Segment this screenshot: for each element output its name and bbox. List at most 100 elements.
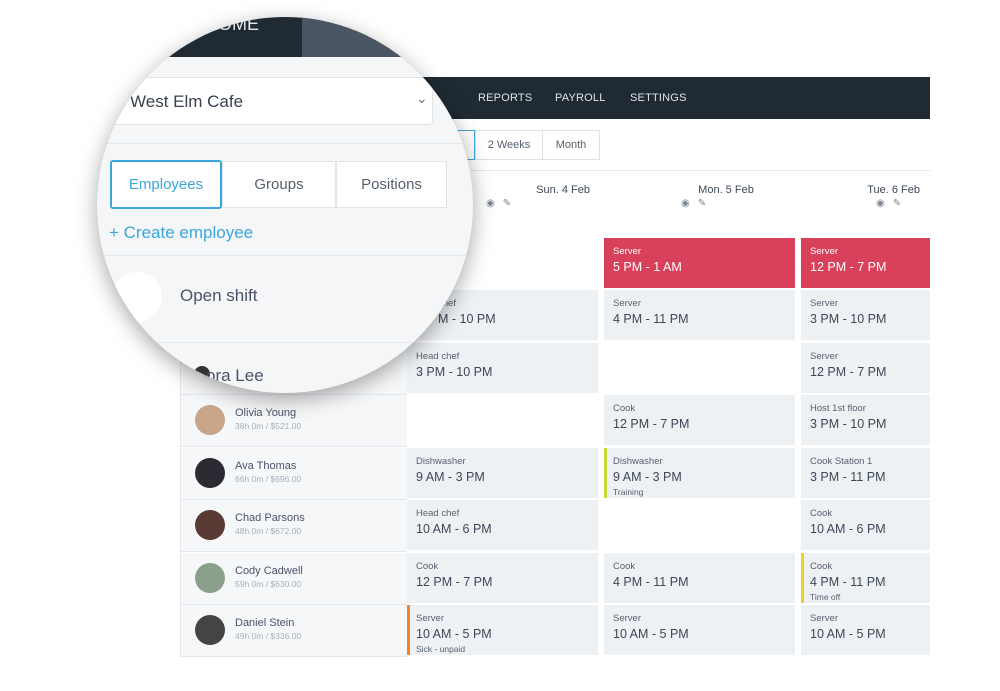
magnified-nav: HOME	[97, 17, 473, 57]
avatar	[195, 510, 225, 540]
eye-icon[interactable]: ◉	[486, 198, 495, 209]
shift-position: Cook Station 1	[810, 455, 873, 467]
shift-card[interactable]: Dishwasher 9 AM - 3 PM	[407, 447, 598, 500]
shift-time: 12 PM - 7 PM	[416, 574, 493, 589]
day-header: Tue. 6 Feb	[800, 184, 920, 196]
shift-time: 9 AM - 3 PM	[416, 469, 485, 484]
day-label: Sun. 4 Feb	[536, 184, 590, 196]
shift-position: Cook	[613, 560, 636, 572]
shift-card[interactable]: Server 10 AM - 5 PM Sick - unpaid	[407, 605, 598, 657]
shift-card[interactable]: Dishwasher 9 AM - 3 PM Training	[604, 447, 795, 500]
empty-cell[interactable]	[604, 500, 795, 552]
shift-time: 10 AM - 5 PM	[810, 627, 886, 641]
divider	[97, 342, 473, 343]
shift-card[interactable]: Host 1st floor 3 PM - 10 PM	[801, 395, 930, 447]
employee-hours: 38h 0m / $521.00	[235, 421, 302, 431]
shift-card[interactable]: Cook 12 PM - 7 PM	[604, 395, 795, 447]
employee-name: Ava Thomas	[235, 459, 297, 472]
shift-card[interactable]: Cook Station 1 3 PM - 11 PM	[801, 447, 930, 500]
tab-groups[interactable]: Groups	[222, 161, 336, 208]
edit-icon[interactable]: ✎	[893, 198, 901, 209]
day-actions: ◉ ✎	[486, 198, 511, 209]
location-select[interactable]: West Elm Cafe ⌄	[105, 77, 433, 125]
employee-name: Daniel Stein	[235, 617, 295, 629]
employee-row[interactable]: Cody Cadwell 59h 0m / $630.00	[180, 552, 407, 605]
shift-time: 3 PM - 10 PM	[810, 417, 887, 431]
day-header: Mon. 5 Feb	[666, 184, 786, 196]
shift-position: Dishwasher	[613, 455, 663, 467]
shift-note: Sick - unpaid	[416, 644, 466, 654]
shift-position: Server	[810, 350, 838, 362]
location-value: West Elm Cafe	[130, 92, 244, 111]
employee-name: Chad Parsons	[235, 512, 305, 524]
employee-row[interactable]: Chad Parsons 48h 0m / $672.00	[180, 500, 407, 552]
shift-card[interactable]: Server 12 PM - 7 PM	[801, 238, 930, 290]
shift-card[interactable]: Server 10 AM - 5 PM	[604, 605, 795, 657]
day-actions: ◉ ✎	[681, 198, 706, 209]
tab-employees[interactable]: Employees	[110, 160, 222, 209]
shift-time: 4 PM - 11 PM	[613, 574, 689, 589]
open-shift-label: Open shift	[180, 286, 258, 305]
shift-card[interactable]: Cook 12 PM - 7 PM	[407, 552, 598, 605]
employee-hours: 49h 0m / $336.00	[235, 631, 302, 641]
nav-home[interactable]: HOME	[205, 17, 259, 35]
avatar	[195, 405, 225, 435]
shift-time: 12 PM - 7 PM	[810, 260, 887, 274]
employee-hours: 48h 0m / $672.00	[235, 526, 302, 536]
shift-position: Cook	[416, 560, 439, 572]
nav-settings[interactable]: SETTINGS	[630, 92, 687, 104]
shift-card[interactable]: Server 5 PM - 1 AM	[604, 238, 795, 290]
employee-row[interactable]: Daniel Stein 49h 0m / $336.00	[180, 605, 407, 657]
employee-row[interactable]: Ava Thomas 66h 0m / $696.00	[180, 447, 407, 500]
shift-card[interactable]: Server 3 PM - 10 PM	[801, 290, 930, 342]
avatar	[195, 457, 225, 488]
edit-icon[interactable]: ✎	[503, 198, 511, 209]
nav-reports[interactable]: REPORTS	[478, 92, 532, 104]
shift-position: Cook	[613, 403, 636, 414]
magnifier: HOME West Elm Cafe ⌄ Employees Groups Po…	[97, 17, 473, 393]
divider	[97, 255, 473, 256]
shift-position: Cook	[810, 508, 833, 519]
shift-time: 10 AM - 5 PM	[416, 627, 492, 641]
view-2weeks-button[interactable]: 2 Weeks	[475, 130, 543, 160]
nav-active-tab[interactable]	[302, 17, 473, 57]
day-label: Mon. 5 Feb	[698, 184, 754, 196]
shift-position: Server	[613, 298, 641, 309]
shift-position: Server	[810, 298, 838, 309]
shift-card[interactable]: Server 12 PM - 7 PM	[801, 342, 930, 395]
day-actions: ◉ ✎	[876, 198, 901, 209]
empty-cell[interactable]	[407, 395, 598, 447]
shift-time: 5 PM - 1 AM	[613, 260, 682, 274]
divider	[97, 143, 473, 144]
shift-card[interactable]: Cook 4 PM - 11 PM	[604, 552, 795, 605]
create-employee-link[interactable]: + Create employee	[109, 223, 253, 243]
shift-card[interactable]: Server 10 AM - 5 PM	[801, 605, 930, 657]
shift-position: Server	[613, 613, 641, 624]
shift-position: Cook	[810, 560, 833, 572]
tab-positions[interactable]: Positions	[336, 161, 447, 208]
eye-icon[interactable]: ◉	[681, 198, 690, 209]
shift-time: 4 PM - 11 PM	[613, 312, 689, 326]
shift-time: 12 PM - 7 PM	[613, 417, 690, 431]
shift-card[interactable]: Cook 10 AM - 6 PM	[801, 500, 930, 552]
shift-time: 4 PM - 11 PM	[810, 574, 886, 589]
employee-row[interactable]: Olivia Young 38h 0m / $521.00	[180, 395, 407, 447]
employee-name: Cody Cadwell	[235, 564, 303, 577]
shift-time: 10 AM - 5 PM	[613, 627, 689, 641]
day-label: Tue. 6 Feb	[867, 184, 920, 196]
shift-card[interactable]: Server 4 PM - 11 PM	[604, 290, 795, 342]
edit-icon[interactable]: ✎	[698, 198, 706, 209]
shift-position: Dishwasher	[416, 455, 466, 467]
shift-time: 3 PM - 10 PM	[810, 312, 887, 326]
eye-icon[interactable]: ◉	[876, 198, 885, 209]
shift-position: Server	[810, 246, 838, 257]
shift-card[interactable]: Cook 4 PM - 11 PM Time off	[801, 552, 930, 605]
shift-note: Time off	[810, 591, 841, 602]
view-month-button[interactable]: Month	[542, 130, 600, 160]
shift-position: Server	[810, 613, 838, 624]
shift-card[interactable]: Head chef 10 AM - 6 PM	[407, 500, 598, 552]
empty-cell[interactable]	[604, 342, 795, 395]
shift-position: Head chef	[416, 508, 460, 519]
nav-payroll[interactable]: PAYROLL	[555, 92, 606, 104]
employee-hours: 66h 0m / $696.00	[235, 473, 302, 484]
